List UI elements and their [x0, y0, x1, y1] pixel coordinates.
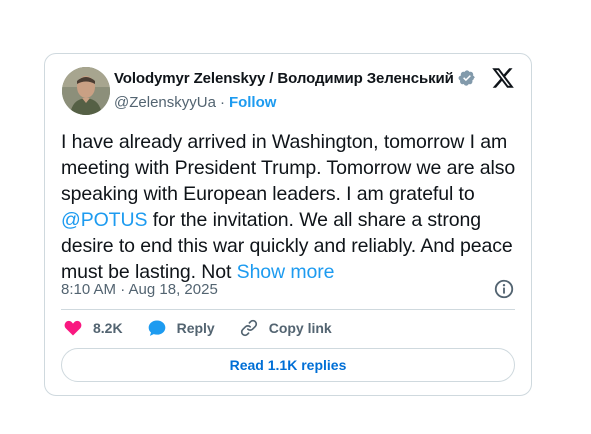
show-more-link[interactable]: Show more	[237, 261, 335, 283]
copy-link-button[interactable]: Copy link	[239, 318, 332, 338]
mention-link[interactable]: @POTUS	[61, 209, 147, 231]
avatar-image	[62, 67, 110, 115]
reply-label: Reply	[176, 320, 215, 336]
tweet-text: I have already arrived in Washington, to…	[61, 129, 521, 285]
copy-link-label: Copy link	[268, 320, 332, 336]
tweet-timestamp[interactable]: 8:10 AM · Aug 18, 2025	[61, 281, 218, 298]
follow-link[interactable]: Follow	[229, 94, 277, 111]
author-avatar[interactable]	[62, 67, 110, 115]
verified-badge-icon	[458, 69, 476, 87]
speech-bubble-icon	[148, 320, 165, 336]
tweet-embed-card: Volodymyr Zelenskyy / Володимир Зеленськ…	[44, 53, 532, 396]
info-icon[interactable]	[493, 278, 515, 300]
author-line: Volodymyr Zelenskyy / Володимир Зеленськ…	[114, 69, 476, 87]
handle-row: @ZelenskyyUa · Follow	[114, 94, 276, 111]
separator-dot: ·	[219, 94, 225, 111]
likes-count: 8.2K	[93, 320, 123, 336]
action-bar: 8.2K Reply Copy link	[63, 318, 356, 338]
reply-button[interactable]: Reply	[147, 318, 215, 338]
link-icon	[240, 319, 257, 337]
like-button[interactable]: 8.2K	[63, 318, 123, 338]
heart-icon	[64, 320, 82, 336]
author-name[interactable]: Volodymyr Zelenskyy / Володимир Зеленськ…	[114, 70, 454, 87]
tweet-text-part-1: I have already arrived in Washington, to…	[61, 131, 516, 205]
x-logo-icon[interactable]	[491, 66, 515, 90]
divider	[61, 309, 515, 310]
read-replies-button[interactable]: Read 1.1K replies	[61, 348, 515, 382]
author-handle[interactable]: @ZelenskyyUa	[114, 94, 216, 111]
